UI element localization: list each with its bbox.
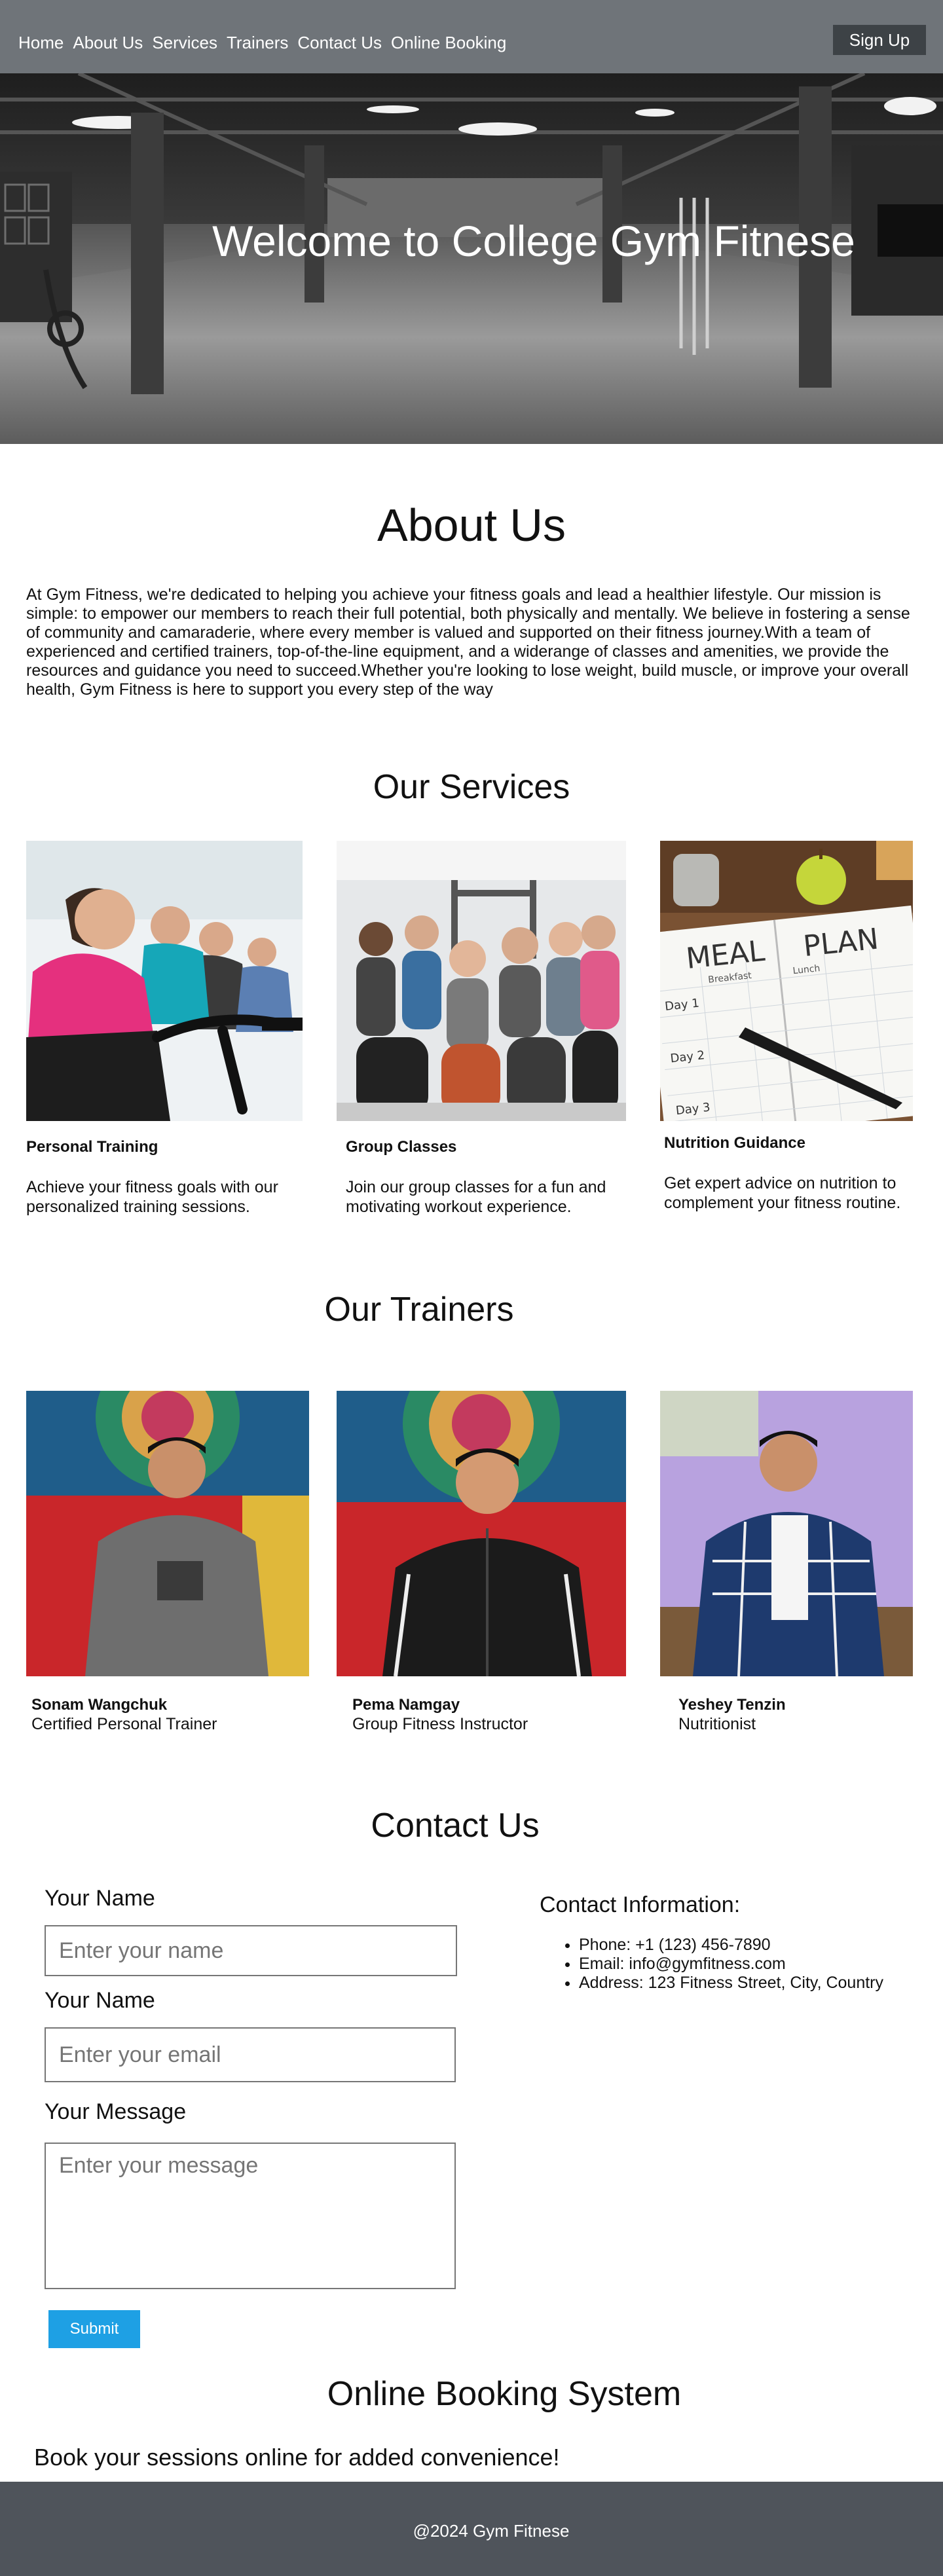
meal-plan-notebook-photo: MEAL PLAN Breakfast Lunch Day 1 Day 2 Da… (660, 841, 913, 1121)
signup-button[interactable]: Sign Up (833, 25, 926, 55)
name-label: Your Name (45, 1886, 155, 1911)
message-label: Your Message (45, 2099, 187, 2124)
top-navbar: Home About Us Services Trainers Contact … (0, 0, 943, 73)
services-title: Our Services (373, 768, 570, 806)
about-title: About Us (377, 500, 566, 551)
booking-title: Online Booking System (327, 2375, 682, 2413)
trainer-portrait (26, 1391, 309, 1676)
trainer-photo-pema (337, 1391, 626, 1676)
trainer-name: Yeshey Tenzin (678, 1696, 786, 1714)
service-desc: Get expert advice on nutrition to comple… (664, 1174, 901, 1212)
nav-link-home[interactable]: Home (18, 33, 64, 53)
trainer-role: Nutritionist (678, 1715, 756, 1733)
service-desc: Achieve your fitness goals with our pers… (26, 1178, 278, 1216)
service-name: Nutrition Guidance (664, 1134, 805, 1152)
contact-title: Contact Us (371, 1807, 540, 1845)
hero-title: Welcome to College Gym Fitnese (212, 217, 855, 265)
nav-link-online-booking[interactable]: Online Booking (391, 33, 506, 53)
trainer-name: Sonam Wangchuk (31, 1696, 168, 1714)
service-name: Personal Training (26, 1138, 158, 1156)
email-label: Your Name (45, 1988, 155, 2013)
service-desc: Join our group classes for a fun and mot… (346, 1178, 606, 1216)
contact-email: Email: info@gymfitness.com (579, 1955, 883, 1974)
trainer-role: Group Fitness Instructor (352, 1715, 528, 1733)
footer-copyright: @2024 Gym Fitnese (413, 2521, 570, 2541)
nav-link-trainers[interactable]: Trainers (227, 33, 288, 53)
spin-class-photo (26, 841, 303, 1121)
contact-info-title: Contact Information: (540, 1892, 741, 1917)
service-image-group-classes (337, 841, 626, 1121)
trainer-portrait (337, 1391, 626, 1676)
footer: @2024 Gym Fitnese (0, 2482, 943, 2576)
submit-button[interactable]: Submit (48, 2310, 140, 2348)
trainer-portrait (660, 1391, 913, 1676)
booking-text: Book your sessions online for added conv… (34, 2444, 560, 2471)
trainer-photo-yeshey (660, 1391, 913, 1676)
nav-links: Home About Us Services Trainers Contact … (18, 33, 506, 53)
trainer-name: Pema Namgay (352, 1696, 460, 1714)
nav-link-contact-us[interactable]: Contact Us (297, 33, 382, 53)
contact-info-list: Phone: +1 (123) 456-7890 Email: info@gym… (579, 1936, 883, 1993)
hero-banner: Welcome to College Gym Fitnese (0, 73, 943, 444)
nav-link-about-us[interactable]: About Us (73, 33, 143, 53)
email-input[interactable] (45, 2027, 456, 2082)
service-image-nutrition: MEAL PLAN Breakfast Lunch Day 1 Day 2 Da… (660, 841, 913, 1121)
trainers-title: Our Trainers (324, 1291, 514, 1329)
name-input[interactable] (45, 1925, 457, 1976)
trainer-role: Certified Personal Trainer (31, 1715, 217, 1733)
contact-address: Address: 123 Fitness Street, City, Count… (579, 1974, 883, 1993)
trainer-photo-sonam (26, 1391, 309, 1676)
service-name: Group Classes (346, 1138, 457, 1156)
message-textarea[interactable] (45, 2143, 456, 2289)
group-class-photo (337, 841, 626, 1121)
contact-phone: Phone: +1 (123) 456-7890 (579, 1936, 883, 1955)
service-image-personal-training (26, 841, 303, 1121)
nav-link-services[interactable]: Services (152, 33, 217, 53)
about-text: At Gym Fitness, we're dedicated to helpi… (26, 585, 910, 699)
